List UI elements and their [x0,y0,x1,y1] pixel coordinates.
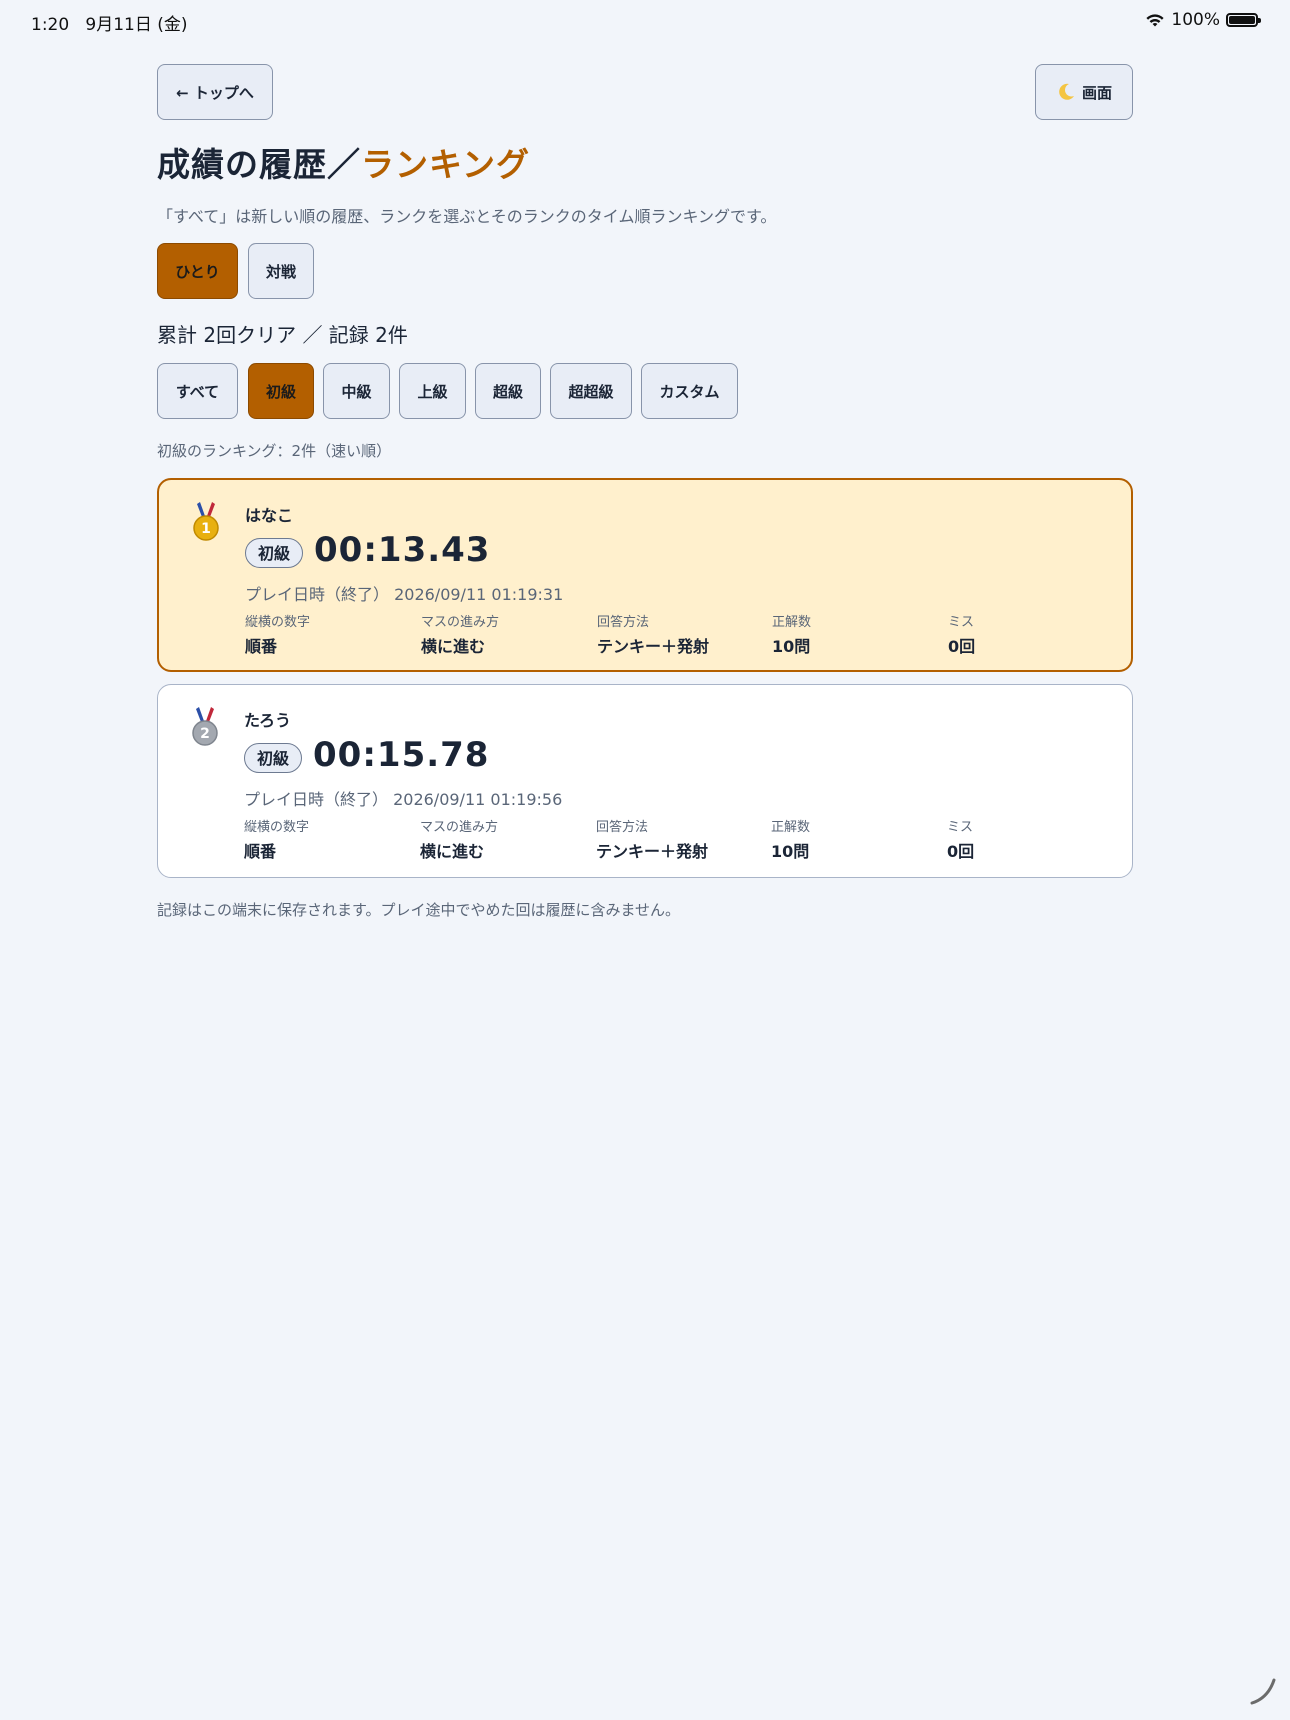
wifi-icon [1146,14,1164,27]
rank-tab-label: 初級 [265,382,296,401]
medal-place: 1 [201,521,211,537]
player-name: はなこ [245,506,294,525]
battery-percent: 100% [1171,10,1220,30]
clear-summary: 累計 2回クリア ／ 記録 2件 [157,323,408,347]
tab-solo-label: ひとり [175,262,220,281]
player-name: たろう [244,711,292,730]
rank-tab-custom[interactable]: カスタム [641,363,738,419]
stat-miss: ミス 0回 [947,816,1117,862]
rank-tab-label: カスタム [659,382,720,401]
stat-value: テンキー＋発射 [596,842,709,861]
status-date: 9月11日 (金) [85,15,188,35]
stat-value: 横に進む [420,842,485,861]
tab-versus-label: 対戦 [265,262,296,281]
stat-movement: マスの進み方 横に進む [420,816,590,862]
stat-label: ミス [948,615,975,630]
theme-button-label: 画面 [1081,83,1112,102]
stat-miss: ミス 0回 [948,611,1118,657]
record-card: 2 たろう 初級 00:15.78 プレイ日時（終了） 2026/09/11 0… [157,684,1133,878]
rank-tab-beginner[interactable]: 初級 [248,363,314,419]
rank-badge: 初級 [245,538,304,568]
stat-label: 回答方法 [596,820,649,835]
back-button-label: ← トップへ [176,83,254,102]
gold-medal-icon: 1 [193,502,219,541]
stat-label: ミス [947,820,974,835]
rank-tab-intermediate[interactable]: 中級 [323,363,390,419]
rank-badge: 初級 [244,743,303,773]
stat-label: 正解数 [771,820,811,835]
page-title: 成績の履歴／ランキング [157,138,530,186]
page-title-accent: ランキング [361,145,531,184]
silver-medal-icon: 2 [192,707,218,746]
page-description: 「すべて」は新しい順の履歴、ランクを選ぶとそのランクのタイム順ランキングです。 [157,207,777,226]
rank-tab-all[interactable]: すべて [157,363,238,419]
back-to-top-button[interactable]: ← トップへ [157,64,273,120]
status-clock: 1:20 [31,15,70,35]
ranking-caption: 初級のランキング：2件（速い順） [157,442,392,460]
clear-time: 00:13.43 [314,530,491,570]
clear-time: 00:15.78 [313,735,490,775]
rank-tab-label: すべて [175,382,220,401]
stat-label: 縦横の数字 [244,820,310,835]
stat-numbers: 縦横の数字 順番 [245,611,415,657]
played-at: プレイ日時（終了） 2026/09/11 01:19:31 [245,585,564,604]
rank-tab-advanced[interactable]: 上級 [399,363,466,419]
played-at: プレイ日時（終了） 2026/09/11 01:19:56 [244,790,563,809]
stat-value: 0回 [948,637,976,656]
stat-answer: 回答方法 テンキー＋発射 [596,816,766,862]
corner-gesture-indicator [1250,1678,1276,1705]
stat-correct: 正解数 10問 [772,611,942,657]
moon-icon [1059,83,1074,100]
stat-value: テンキー＋発射 [597,637,710,656]
tab-solo[interactable]: ひとり [157,243,238,299]
rank-tab-label: 上級 [417,382,448,401]
stat-answer: 回答方法 テンキー＋発射 [597,611,767,657]
status-time: 1:20 9月11日 (金) [31,10,188,35]
status-indicators: 100% [1145,10,1261,30]
page-title-main: 成績の履歴／ [157,145,361,184]
status-bar: 1:20 9月11日 (金) 100% [0,0,1290,40]
rank-tab-label: 超超級 [568,382,614,401]
stat-value: 順番 [244,842,277,861]
medal-place: 2 [200,726,210,742]
stat-numbers: 縦横の数字 順番 [244,816,414,862]
stat-label: マスの進み方 [421,615,500,630]
stat-value: 横に進む [421,637,486,656]
stat-value: 10問 [771,842,810,861]
stat-label: 縦横の数字 [245,615,311,630]
rank-tab-label: 中級 [341,382,372,401]
stat-value: 0回 [947,842,975,861]
storage-note: 記録はこの端末に保存されます。プレイ途中でやめた回は履歴に含みません。 [157,901,681,919]
stat-label: 正解数 [772,615,812,630]
stat-label: マスの進み方 [420,820,499,835]
record-card: 1 はなこ 初級 00:13.43 プレイ日時（終了） 2026/09/11 0… [157,478,1133,672]
stat-label: 回答方法 [597,615,650,630]
stat-correct: 正解数 10問 [771,816,941,862]
battery-icon [1226,13,1261,27]
rank-tab-super-super[interactable]: 超超級 [550,363,632,419]
stat-value: 順番 [245,637,278,656]
stat-value: 10問 [772,637,811,656]
tab-versus[interactable]: 対戦 [248,243,314,299]
rank-tab-label: 超級 [492,382,523,401]
rank-tab-super[interactable]: 超級 [475,363,541,419]
theme-toggle-button[interactable]: 画面 [1035,64,1133,120]
stat-movement: マスの進み方 横に進む [421,611,591,657]
